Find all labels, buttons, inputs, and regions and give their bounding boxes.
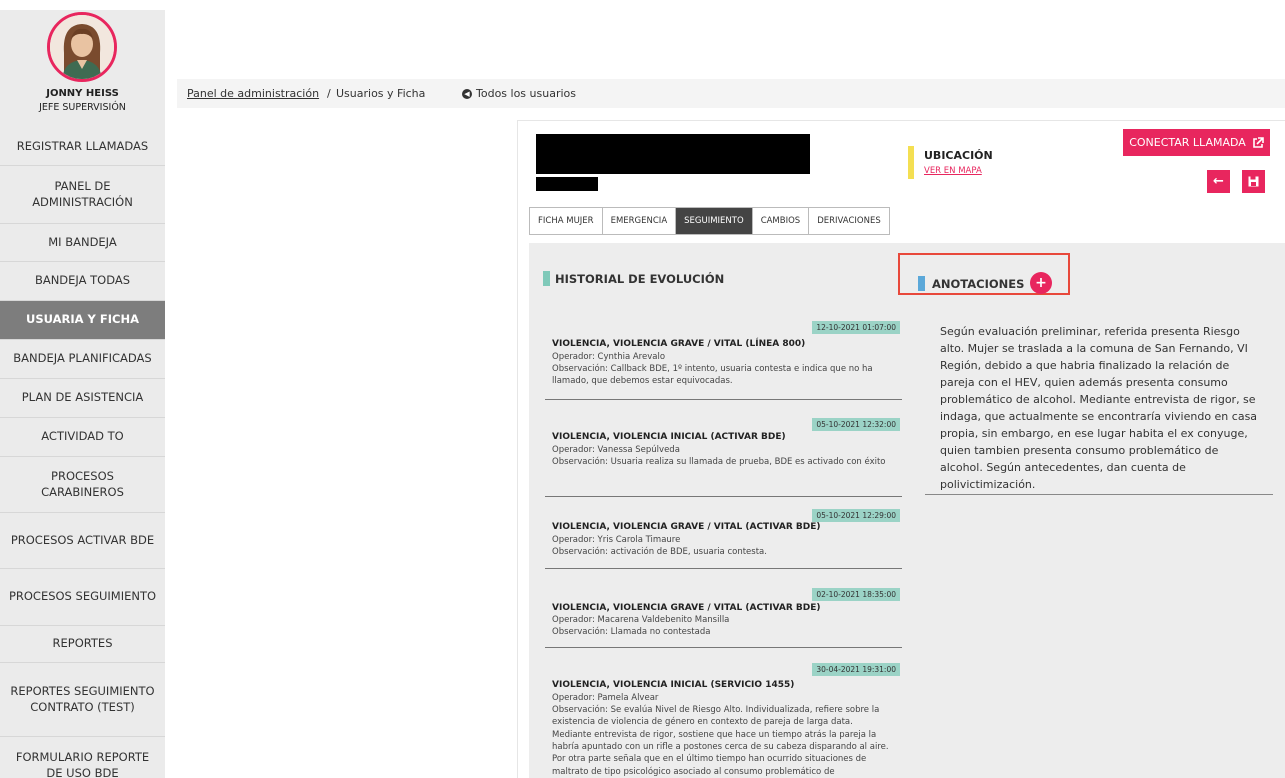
annotations-marker <box>918 276 925 291</box>
entry-operator: Operador: Cynthia Arevalo <box>552 352 666 362</box>
entry-observation: Observación: Callback BDE, 1º intento, u… <box>552 364 873 387</box>
back-button[interactable]: ← <box>1207 170 1230 193</box>
sidebar-item-procesos-activar-bde[interactable]: PROCESOS ACTIVAR BDE <box>0 513 165 569</box>
sidebar-item-actividad-to[interactable]: ACTIVIDAD TO <box>0 418 165 457</box>
sidebar-item-label: BANDEJA TODAS <box>34 273 131 288</box>
sidebar-item-registrar-llamadas[interactable]: REGISTRAR LLAMADAS <box>0 128 165 166</box>
redacted-user-name <box>536 134 810 174</box>
entry-title: VIOLENCIA, VIOLENCIA INICIAL (ACTIVAR BD… <box>552 432 786 442</box>
connect-call-button[interactable]: CONECTAR LLAMADA <box>1123 129 1270 156</box>
sidebar-item-bandeja-planificadas[interactable]: BANDEJA PLANIFICADAS <box>0 340 165 379</box>
sidebar-item-procesos-seguimiento[interactable]: PROCESOS SEGUIMIENTO <box>0 569 165 626</box>
sidebar-item-label: BANDEJA PLANIFICADAS <box>13 351 152 366</box>
breadcrumb-current: Usuarios y Ficha <box>336 87 426 100</box>
entry-operator: Operador: Yris Carola Timaure <box>552 535 681 545</box>
sidebar-item-label: PLAN DE ASISTENCIA <box>21 390 144 405</box>
history-entry: 02-10-2021 18:35:00 VIOLENCIA, VIOLENCIA… <box>545 588 902 648</box>
user-avatar-icon <box>50 15 114 79</box>
redacted-user-id <box>536 177 598 191</box>
entry-observation: Observación: Usuaria realiza su llamada … <box>552 457 886 467</box>
sidebar-item-label: PROCESOS CARABINEROS <box>41 468 124 499</box>
entry-title: VIOLENCIA, VIOLENCIA GRAVE / VITAL (ACTI… <box>552 522 821 532</box>
plus-icon: + <box>1035 275 1047 291</box>
sidebar-item-label: USUARIA Y FICHA <box>26 312 139 327</box>
sidebar-item-label: FORMULARIO REPORTE DE USO BDE <box>15 749 150 778</box>
sidebar-item-label: REPORTES <box>52 636 113 651</box>
all-users-label: Todos los usuarios <box>476 87 576 100</box>
sidebar-item-label: MI BANDEJA <box>48 234 117 249</box>
annotation-divider <box>925 494 1273 495</box>
sidebar-item-procesos-carabineros[interactable]: PROCESOS CARABINEROS <box>0 457 165 513</box>
avatar <box>47 12 117 82</box>
entry-operator: Operador: Macarena Valdebenito Mansilla <box>552 615 730 625</box>
view-map-link[interactable]: VER EN MAPA <box>924 166 982 176</box>
entry-title: VIOLENCIA, VIOLENCIA INICIAL (SERVICIO 1… <box>552 680 795 690</box>
user-name: JONNY HEISS <box>46 88 119 99</box>
add-annotation-button[interactable]: + <box>1030 272 1052 294</box>
entry-date: 05-10-2021 12:32:00 <box>812 418 900 431</box>
sidebar-item-formulario-reporte[interactable]: FORMULARIO REPORTE DE USO BDE <box>0 737 165 778</box>
connect-call-label: CONECTAR LLAMADA <box>1129 136 1246 149</box>
sidebar-item-mi-bandeja[interactable]: MI BANDEJA <box>0 224 165 262</box>
sidebar-nav: REGISTRAR LLAMADAS PANEL DE ADMINISTRACI… <box>0 128 165 778</box>
entry-operator: Operador: Vanessa Sepúlveda <box>552 445 680 455</box>
breadcrumb: Panel de administración / Usuarios y Fic… <box>177 79 1285 108</box>
sidebar-item-reportes-seguimiento-contrato[interactable]: REPORTES SEGUIMIENTO CONTRATO (TEST) <box>0 663 165 737</box>
history-entry: 05-10-2021 12:32:00 VIOLENCIA, VIOLENCIA… <box>545 418 902 497</box>
sidebar-item-plan-asistencia[interactable]: PLAN DE ASISTENCIA <box>0 379 165 418</box>
history-marker <box>543 271 550 286</box>
tab-seguimiento[interactable]: SEGUIMIENTO <box>676 208 753 234</box>
sidebar-item-label: PANEL DE ADMINISTRACIÓN <box>32 178 133 209</box>
entry-observation: Observación: Llamada no contestada <box>552 627 711 637</box>
history-entry: 05-10-2021 12:29:00 VIOLENCIA, VIOLENCIA… <box>545 509 902 569</box>
breadcrumb-separator: / <box>327 87 331 100</box>
entry-date: 05-10-2021 12:29:00 <box>812 509 900 522</box>
entry-observation: Observación: activación de BDE, usuaria … <box>552 547 767 557</box>
sidebar-item-label: PROCESOS ACTIVAR BDE <box>10 532 155 547</box>
tab-ficha-mujer[interactable]: FICHA MUJER <box>530 208 603 234</box>
user-role: JEFE SUPERVISIÓN <box>39 102 126 113</box>
sidebar-item-bandeja-todas[interactable]: BANDEJA TODAS <box>0 262 165 301</box>
all-users-link[interactable]: ◀ Todos los usuarios <box>462 87 576 100</box>
record-tabs: FICHA MUJER EMERGENCIA SEGUIMIENTO CAMBI… <box>529 207 890 235</box>
external-link-icon <box>1252 136 1264 148</box>
tab-cambios[interactable]: CAMBIOS <box>752 208 810 234</box>
entry-date: 02-10-2021 18:35:00 <box>812 588 900 601</box>
sidebar-item-label: REGISTRAR LLAMADAS <box>16 138 149 153</box>
save-icon <box>1248 176 1259 187</box>
annotations-title: ANOTACIONES <box>932 277 1025 291</box>
annotation-text: Según evaluación preliminar, referida pr… <box>940 325 1258 492</box>
entry-title: VIOLENCIA, VIOLENCIA GRAVE / VITAL (LÍNE… <box>552 339 806 349</box>
tab-derivaciones[interactable]: DERIVACIONES <box>809 208 889 234</box>
tab-emergencia[interactable]: EMERGENCIA <box>602 208 677 234</box>
location-marker <box>908 146 914 179</box>
arrow-circle-left-icon: ◀ <box>462 88 472 99</box>
history-entry: 12-10-2021 01:07:00 VIOLENCIA, VIOLENCIA… <box>545 321 902 400</box>
breadcrumb-link-panel[interactable]: Panel de administración <box>187 87 319 100</box>
history-entry: 30-04-2021 19:31:00 VIOLENCIA, VIOLENCIA… <box>545 663 902 778</box>
sidebar-item-label: PROCESOS SEGUIMIENTO <box>8 589 157 604</box>
entry-date: 30-04-2021 19:31:00 <box>812 663 900 676</box>
entry-operator: Operador: Pamela Alvear <box>552 693 659 703</box>
history-title: HISTORIAL DE EVOLUCIÓN <box>555 272 725 286</box>
sidebar-item-reportes[interactable]: REPORTES <box>0 626 165 663</box>
sidebar: JONNY HEISS JEFE SUPERVISIÓN REGISTRAR L… <box>0 10 165 778</box>
save-button[interactable] <box>1242 170 1265 193</box>
entry-observation: Observación: Se evalúa Nivel de Riesgo A… <box>552 705 889 777</box>
entry-date: 12-10-2021 01:07:00 <box>812 321 900 334</box>
sidebar-item-usuaria-ficha[interactable]: USUARIA Y FICHA <box>0 301 165 340</box>
location-title: UBICACIÓN <box>924 149 993 162</box>
sidebar-item-panel-administracion[interactable]: PANEL DE ADMINISTRACIÓN <box>0 166 165 224</box>
sidebar-item-label: REPORTES SEGUIMIENTO CONTRATO (TEST) <box>10 683 155 714</box>
entry-title: VIOLENCIA, VIOLENCIA GRAVE / VITAL (ACTI… <box>552 603 821 613</box>
sidebar-item-label: ACTIVIDAD TO <box>41 429 124 444</box>
arrow-left-icon: ← <box>1213 174 1224 189</box>
